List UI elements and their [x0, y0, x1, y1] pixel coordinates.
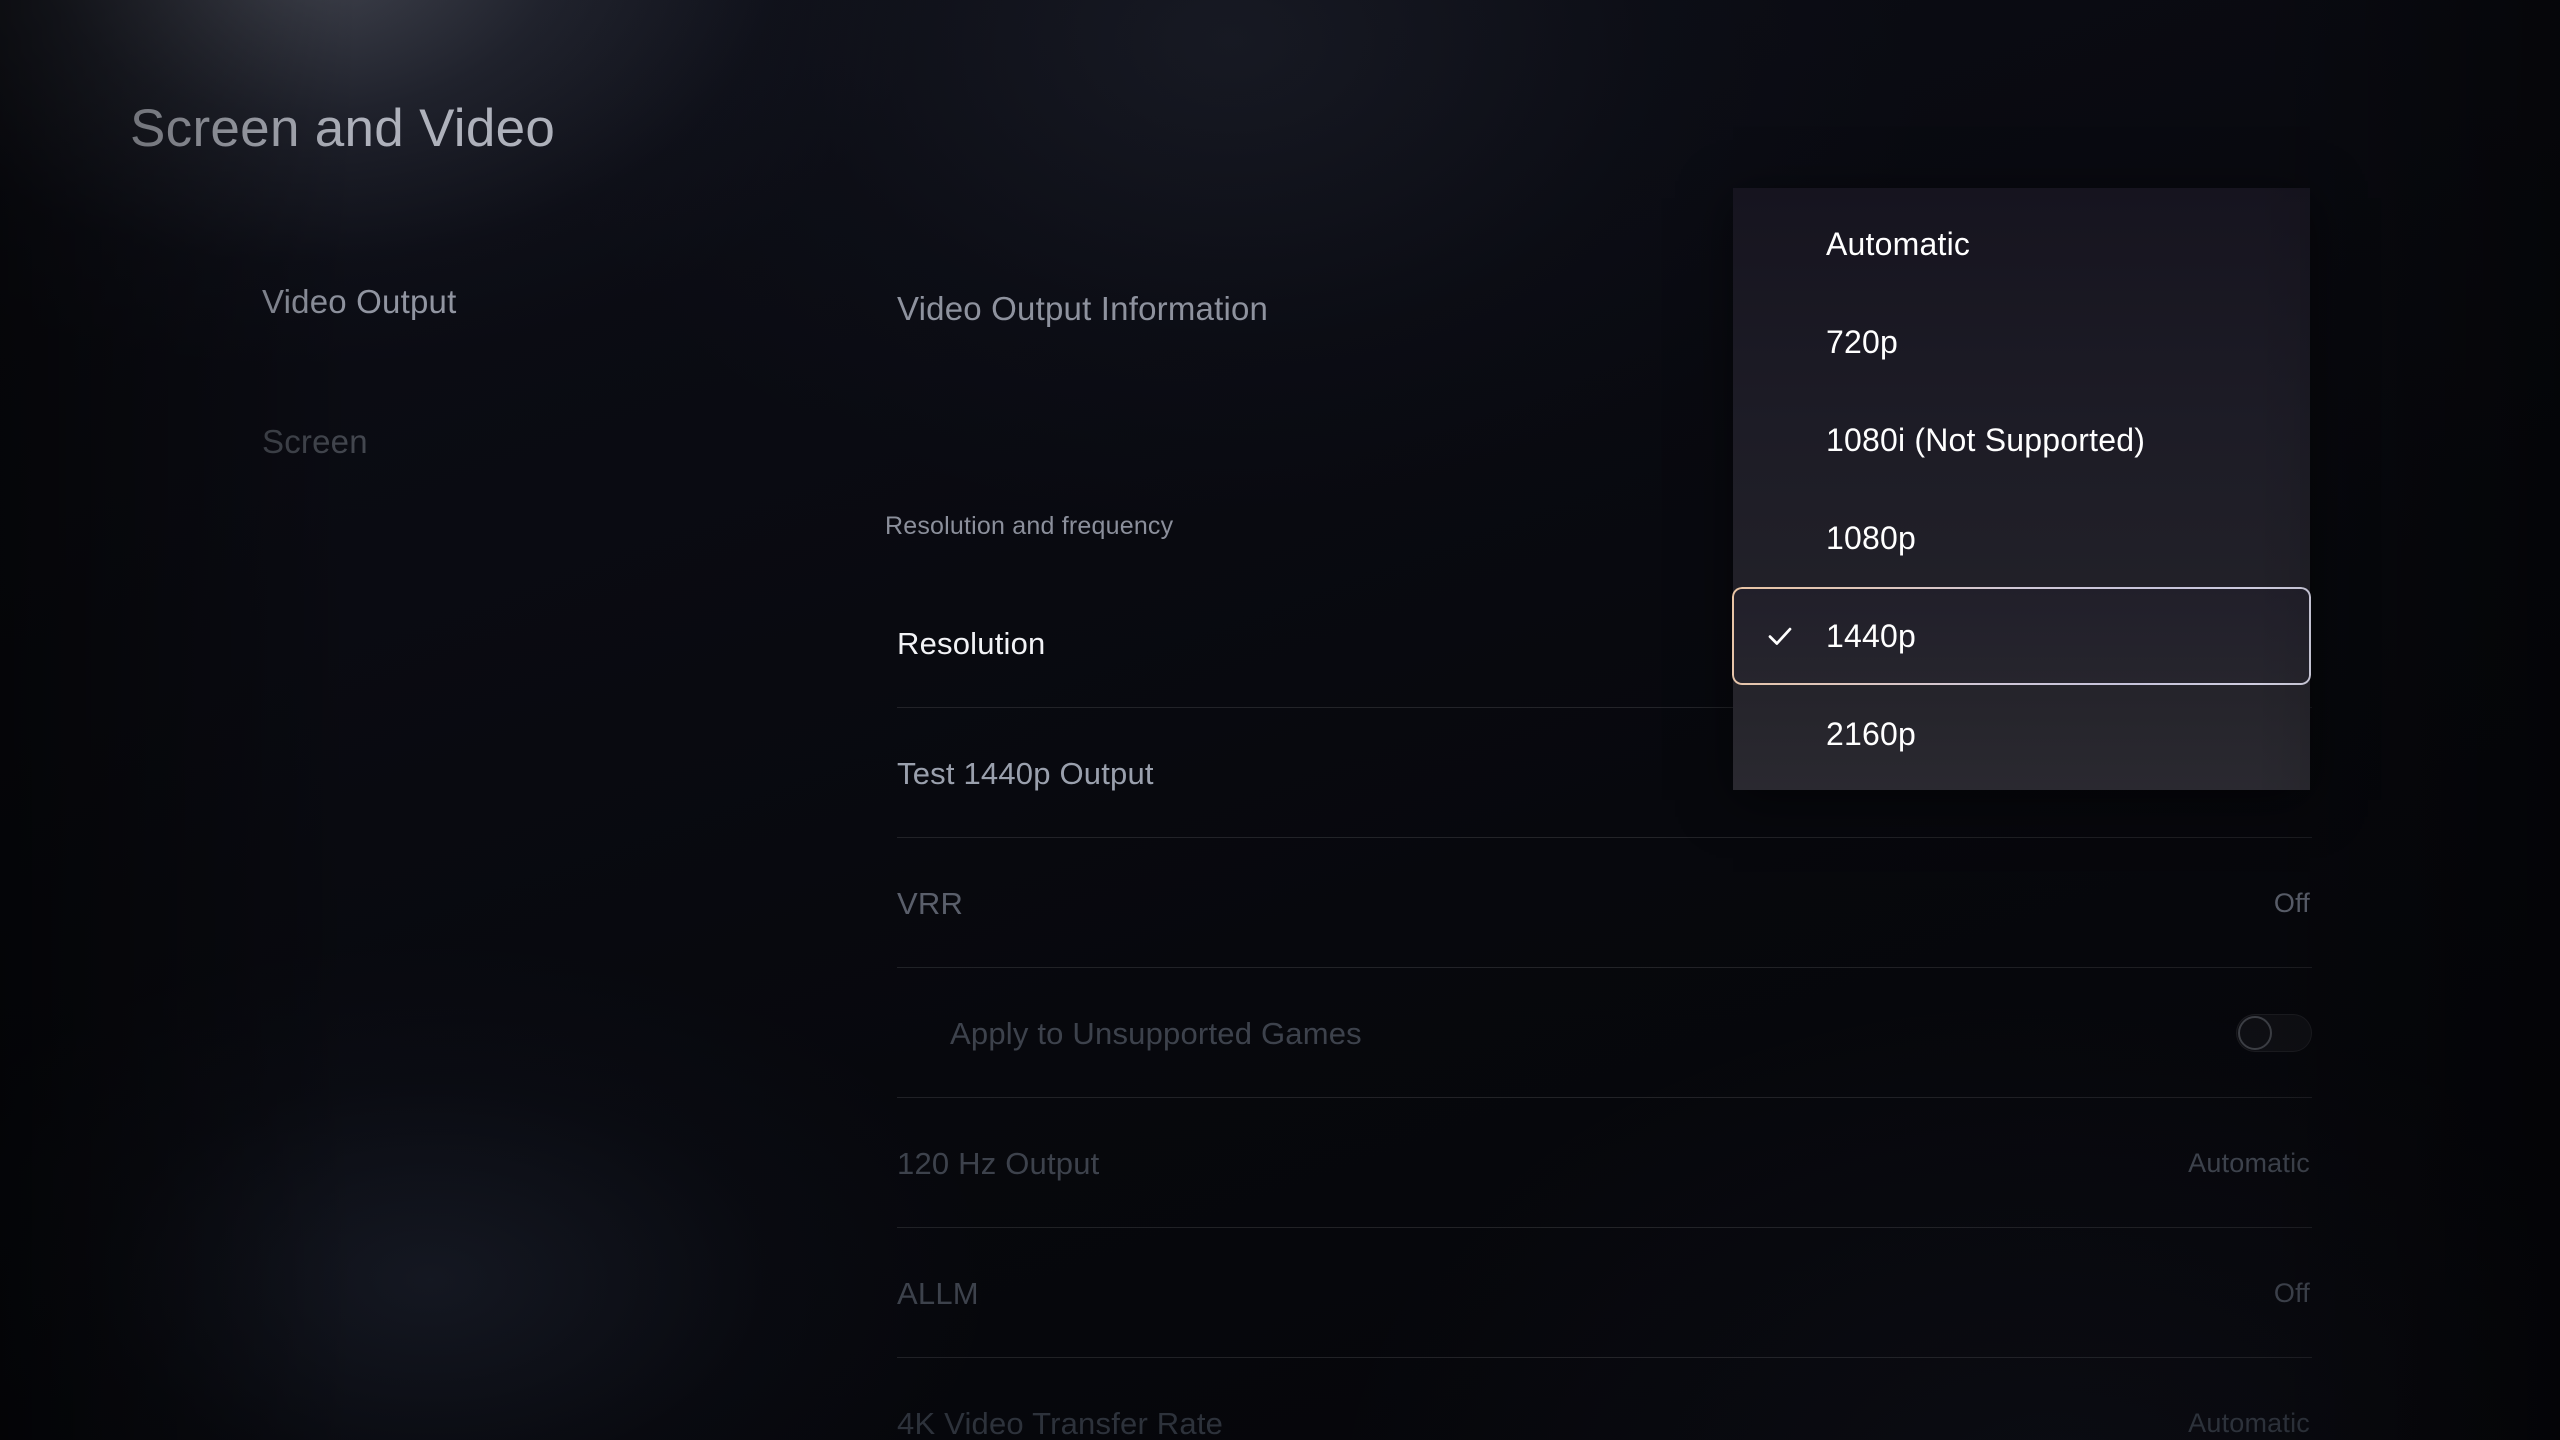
dropdown-option-label: 2160p [1826, 716, 1916, 753]
dropdown-option-label: 1080p [1826, 520, 1916, 557]
resolution-dropdown-menu[interactable]: Automatic 720p 1080i (Not Supported) 108… [1733, 188, 2310, 790]
sidebar-item-screen[interactable]: Screen [262, 425, 742, 458]
toggle-knob [2238, 1016, 2272, 1050]
settings-row-allm[interactable]: ALLM Off [897, 1228, 2312, 1358]
sidebar-item-label: Screen [262, 423, 368, 460]
settings-row-apply-to-unsupported-games[interactable]: Apply to Unsupported Games [897, 968, 2312, 1098]
apply-to-unsupported-games-toggle[interactable] [2236, 1014, 2312, 1052]
dropdown-option-1080p[interactable]: 1080p [1733, 490, 2310, 586]
row-value: Automatic [2188, 1410, 2312, 1437]
row-label: Apply to Unsupported Games [950, 1018, 1362, 1049]
settings-row-120hz-output[interactable]: 120 Hz Output Automatic [897, 1098, 2312, 1228]
dropdown-option-1440p[interactable]: 1440p [1733, 588, 2310, 684]
row-value: Automatic [2188, 1150, 2312, 1177]
row-label: ALLM [897, 1278, 979, 1309]
row-value: Off [2274, 890, 2312, 917]
row-label: Test 1440p Output [897, 758, 1154, 789]
section-header-video-output-information[interactable]: Video Output Information [897, 290, 1268, 328]
page-title: Screen and Video [130, 98, 555, 159]
row-value: Off [2274, 1280, 2312, 1307]
row-label: VRR [897, 888, 963, 919]
row-label: 120 Hz Output [897, 1148, 1100, 1179]
dropdown-option-2160p[interactable]: 2160p [1733, 686, 2310, 782]
sidebar-item-video-output[interactable]: Video Output [262, 285, 742, 318]
dropdown-option-1080i-not-supported[interactable]: 1080i (Not Supported) [1733, 392, 2310, 488]
row-label: 4K Video Transfer Rate [897, 1408, 1223, 1439]
ps5-settings-screen: Screen and Video Video Output Screen Vid… [0, 0, 2560, 1440]
dropdown-option-720p[interactable]: 720p [1733, 294, 2310, 390]
dropdown-option-label: 720p [1826, 324, 1898, 361]
dropdown-option-label: 1080i (Not Supported) [1826, 422, 2145, 459]
settings-row-vrr[interactable]: VRR Off [897, 838, 2312, 968]
check-icon [1760, 621, 1800, 651]
sidebar-nav: Video Output Screen [262, 285, 742, 458]
row-label: Resolution [897, 628, 1045, 659]
settings-row-4k-video-transfer-rate[interactable]: 4K Video Transfer Rate Automatic [897, 1358, 2312, 1440]
dropdown-option-label: Automatic [1826, 226, 1970, 263]
sidebar-item-label: Video Output [262, 283, 456, 320]
group-label-resolution-and-frequency: Resolution and frequency [885, 512, 1173, 541]
dropdown-option-automatic[interactable]: Automatic [1733, 196, 2310, 292]
dropdown-option-label: 1440p [1826, 618, 1916, 655]
